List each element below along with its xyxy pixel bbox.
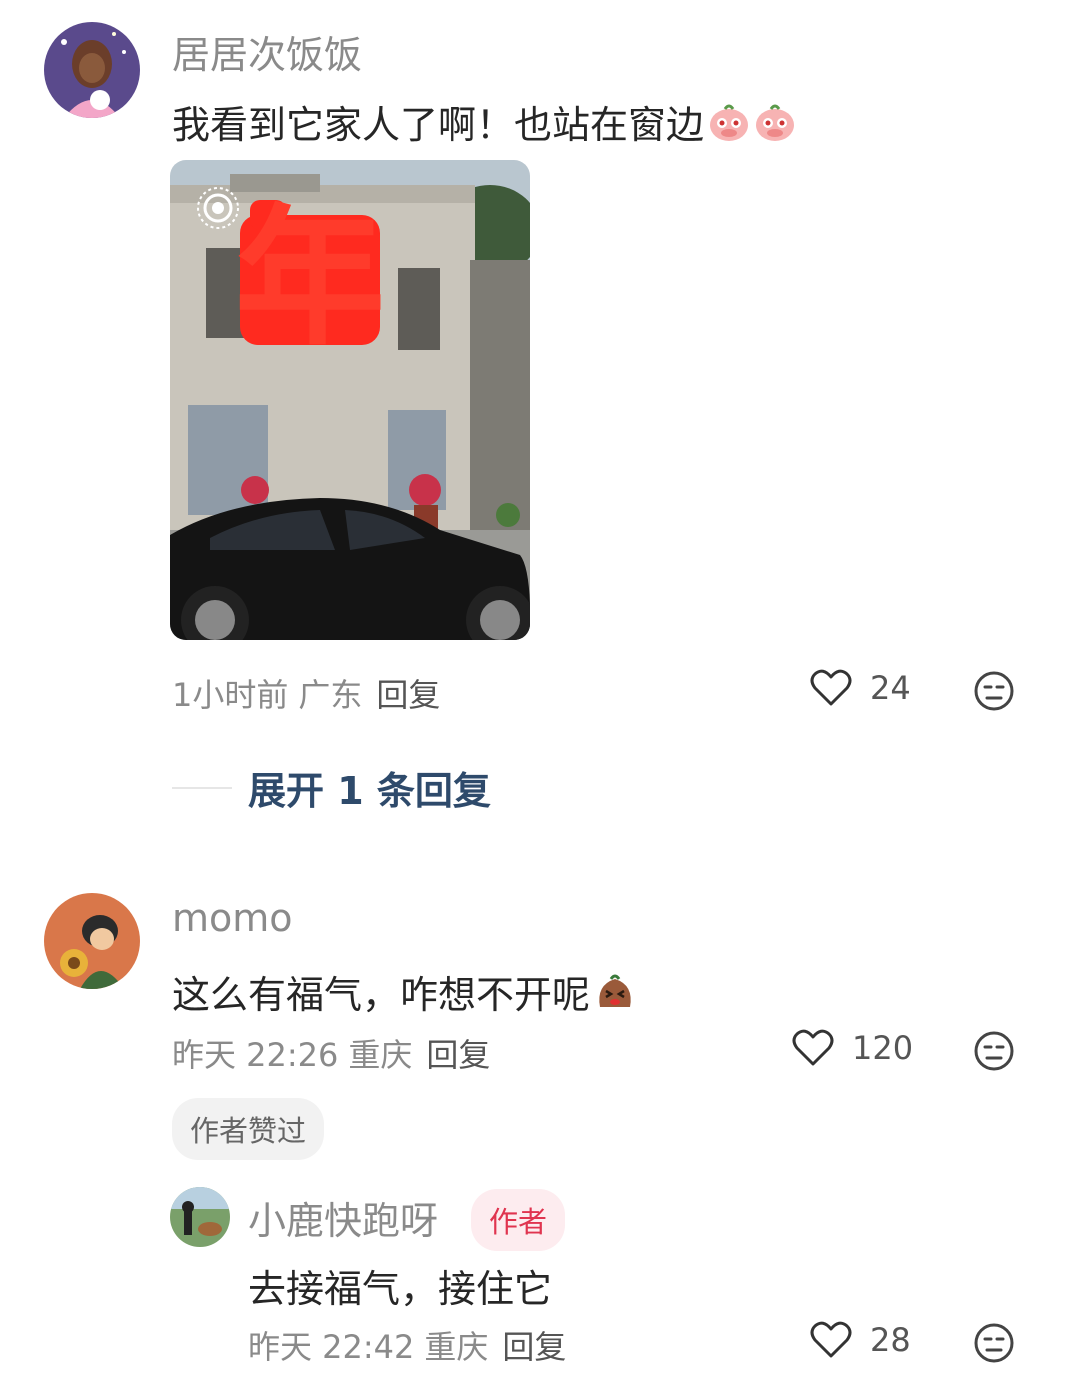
avatar[interactable] [44,22,140,118]
comment-text-content: 我看到它家人了啊！也站在窗边 [172,103,705,147]
comment-time: 昨天 22:42 [248,1328,415,1366]
expand-replies-button[interactable]: 展开 1 条回复 [172,760,491,815]
meh-face-icon [974,671,1014,711]
author-tag: 作者 [471,1189,566,1251]
username[interactable]: 小鹿快跑呀 [248,1190,438,1245]
sign-char: 年 [235,192,385,366]
dislike-button[interactable] [973,1322,1015,1368]
comment-time: 昨天 22:26 [172,1036,339,1074]
author-liked-badge: 作者赞过 [172,1098,325,1160]
divider-line [172,786,232,789]
comment-text: 这么有福气，咋想不开呢 [172,964,636,1019]
comment-meta: 1小时前 广东 回复 [172,670,440,716]
comment-text: 去接福气，接住它 [248,1258,552,1313]
like-count: 120 [852,1029,914,1067]
comment-list: 居居次饭饭 我看到它家人了啊！也站在窗边 年 1小时前 广东 回复 24 展开 … [0,0,1079,1378]
blush-face-emoji [756,104,795,141]
meh-face-icon [974,1323,1014,1363]
username[interactable]: 居居次饭饭 [172,24,362,79]
comment-time: 1小时前 [172,676,289,714]
meh-face-icon [974,1031,1014,1071]
reply-button[interactable]: 回复 [376,676,440,714]
dislike-button[interactable] [973,1030,1015,1076]
heart-icon [792,1029,834,1066]
avatar[interactable] [170,1187,230,1247]
comment-text-content: 去接福气，接住它 [248,1267,553,1311]
comment-meta: 昨天 22:42 重庆 回复 [248,1322,566,1368]
heart-icon [810,669,852,706]
comment-text-content: 这么有福气，咋想不开呢 [172,973,591,1017]
avatar[interactable] [44,893,140,989]
dislike-button[interactable] [973,670,1015,716]
comment-location: 重庆 [424,1328,489,1366]
reply-button[interactable]: 回复 [502,1328,566,1366]
comment-image[interactable]: 年 [170,160,530,640]
comment-meta: 昨天 22:26 重庆 回复 [172,1030,490,1076]
username[interactable]: momo [172,896,293,940]
heart-icon [810,1321,852,1358]
comment-location: 重庆 [348,1036,413,1074]
like-button[interactable]: 120 [792,1028,913,1068]
blush-face-emoji [710,104,749,141]
like-count: 24 [870,669,911,707]
expand-replies-label: 展开 1 条回复 [248,769,491,813]
like-count: 28 [870,1321,911,1359]
laughing-potato-emoji [599,974,631,1007]
like-button[interactable]: 24 [810,668,911,708]
like-button[interactable]: 28 [810,1320,911,1360]
comment-location: 广东 [298,676,363,714]
comment-text: 我看到它家人了啊！也站在窗边 [172,94,796,149]
reply-button[interactable]: 回复 [426,1036,490,1074]
